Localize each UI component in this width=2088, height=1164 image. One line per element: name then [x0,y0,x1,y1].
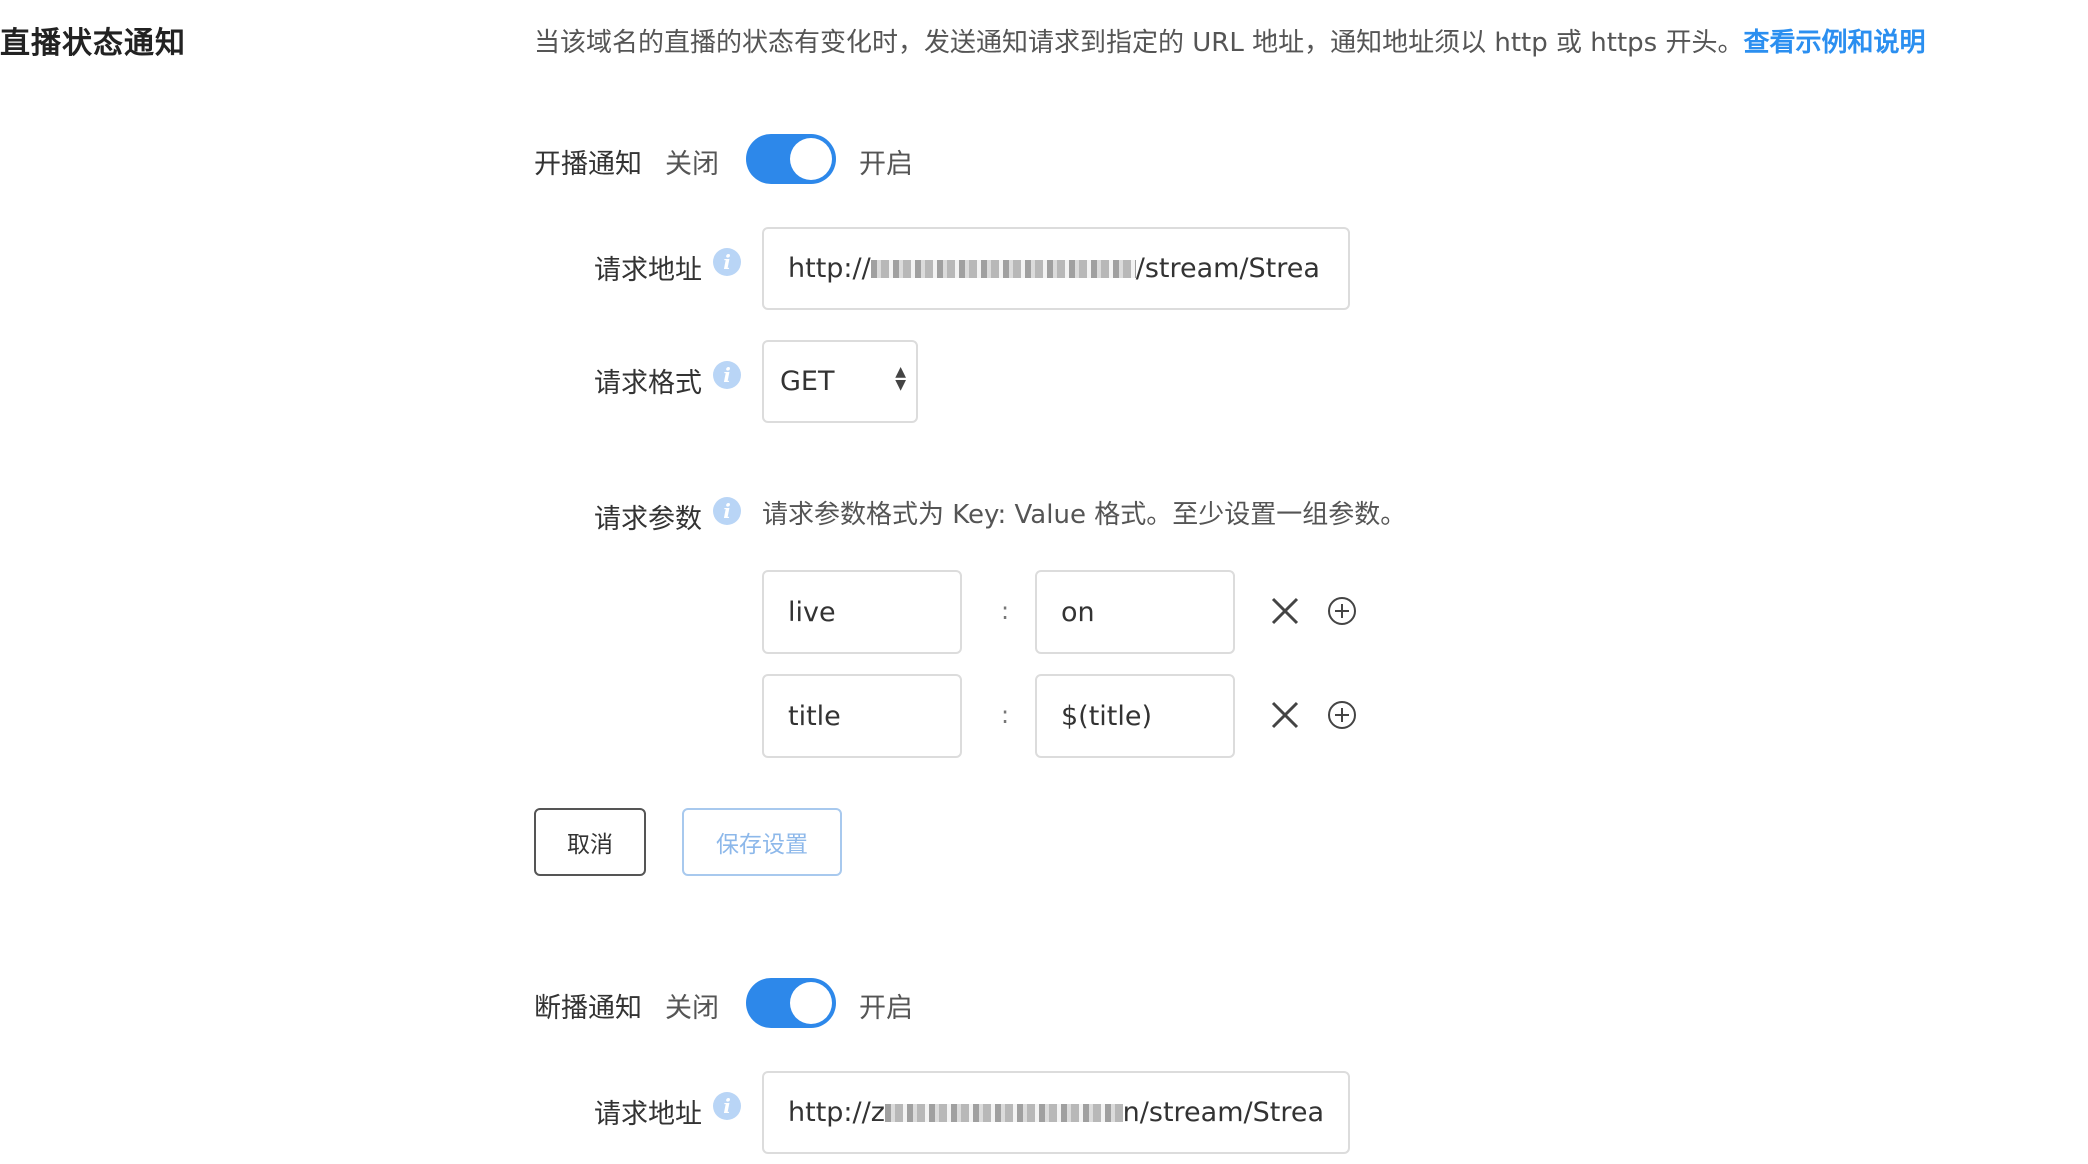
start-notify-on-label: 开启 [859,149,913,180]
param-key-input[interactable]: title [762,674,962,758]
format-select[interactable]: GET ▲ ▼ [762,340,918,423]
start-url-input[interactable]: http:// /stream/Strea [762,227,1350,310]
format-label: 请求格式 [594,368,702,399]
format-value: GET [780,366,835,397]
close-icon[interactable] [1270,700,1300,730]
redacted-url [884,1103,1123,1122]
stop-notify-toggle[interactable] [746,978,836,1028]
param-value-input[interactable]: on [1035,570,1235,654]
stop-notify-on-label: 开启 [859,993,913,1024]
start-notify-toggle[interactable] [746,134,836,184]
param-colon: : [1001,597,1010,625]
toggle-knob [790,138,832,180]
info-icon[interactable]: i [713,1092,741,1120]
description-text: 当该域名的直播的状态有变化时，发送通知请求到指定的 URL 地址，通知地址须以 … [534,28,1744,58]
start-notify-label: 开播通知 [534,149,642,180]
start-notify-off-label: 关闭 [665,149,719,180]
stop-url-input[interactable]: http://z n/stream/Strea [762,1071,1350,1154]
stop-notify-label: 断播通知 [534,993,642,1024]
params-hint: 请求参数格式为 Key: Value 格式。至少设置一组参数。 [762,500,1407,530]
param-value-input[interactable]: $(title) [1035,674,1235,758]
plus-circle-icon[interactable] [1327,596,1357,626]
close-icon[interactable] [1270,596,1300,626]
stop-notify-off-label: 关闭 [665,993,719,1024]
params-label: 请求参数 [594,504,702,535]
param-colon: : [1001,701,1010,729]
select-arrows-icon: ▲ ▼ [895,364,906,393]
section-description: 当该域名的直播的状态有变化时，发送通知请求到指定的 URL 地址，通知地址须以 … [534,22,1925,59]
toggle-knob [790,982,832,1024]
url-prefix: http://z [788,1097,885,1128]
cancel-button[interactable]: 取消 [534,808,646,876]
info-icon[interactable]: i [713,497,741,525]
plus-circle-icon[interactable] [1327,700,1357,730]
url-suffix: n/stream/Strea [1122,1097,1324,1128]
url-suffix: /stream/Strea [1135,253,1320,284]
info-icon[interactable]: i [713,248,741,276]
start-url-label: 请求地址 [594,255,702,286]
url-prefix: http:// [788,253,871,284]
redacted-url [870,259,1136,278]
help-link[interactable]: 查看示例和说明 [1743,28,1925,58]
stop-url-label: 请求地址 [594,1099,702,1130]
param-key-input[interactable]: live [762,570,962,654]
info-icon[interactable]: i [713,361,741,389]
section-title: 直播状态通知 [0,26,186,61]
save-settings-button[interactable]: 保存设置 [682,808,842,876]
